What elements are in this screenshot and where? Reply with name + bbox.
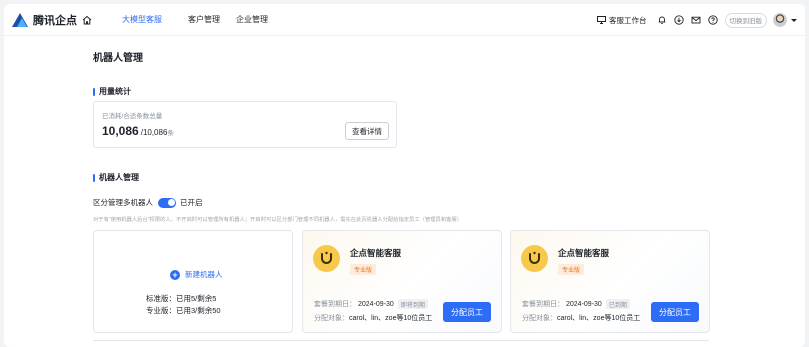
- multi-robot-state: 已开启: [180, 198, 203, 207]
- multi-robot-toggle[interactable]: [158, 197, 176, 208]
- new-robot-label: 新建机器人: [185, 270, 223, 279]
- logo-icon: [12, 13, 28, 27]
- usage-unit: 条: [167, 130, 174, 137]
- view-detail-button[interactable]: 查看详情: [345, 122, 389, 140]
- multi-robot-description: 对于有“使用机器人后台”权限的人，不开启时可以管理所有机器人；开启时可以区分部门…: [93, 217, 463, 223]
- tab-llm-service[interactable]: 大模型客服: [122, 14, 162, 25]
- usage-value: 10,086 / 10,086 条: [102, 124, 174, 138]
- expire-status-badge: 即将到期: [397, 299, 428, 309]
- mail-icon[interactable]: [691, 15, 701, 25]
- expire-label: 套餐到期日：: [314, 301, 356, 308]
- usage-section-title: 用量统计: [93, 86, 131, 97]
- help-icon[interactable]: [707, 15, 718, 25]
- more-cards-edge: [93, 340, 709, 347]
- robots-section-label: 机器人管理: [99, 173, 139, 182]
- top-nav: 腾讯企点 大模型客服 客户管理 企业管理 客服工作台 切换到旧版: [4, 4, 805, 36]
- expire-date: 2024-09-30: [358, 300, 394, 308]
- assign-staff-button[interactable]: 分配员工: [651, 302, 699, 322]
- toolbar-right: 客服工作台 切换到旧版: [597, 11, 797, 29]
- tab-enterprise[interactable]: 企业管理: [236, 14, 268, 25]
- usage-label: 已消耗/合适条数总量: [102, 113, 163, 120]
- assign-label: 分配对象：: [314, 315, 349, 322]
- app-name: 腾讯企点: [33, 15, 77, 27]
- workspace-link[interactable]: 客服工作台: [597, 15, 647, 26]
- multi-robot-label: 区分管理多机器人: [93, 198, 153, 207]
- monitor-icon: [597, 16, 606, 24]
- expire-label: 套餐到期日：: [522, 301, 564, 308]
- smile-icon: [529, 251, 540, 264]
- download-icon[interactable]: [673, 15, 684, 25]
- robot-assign-row: 分配对象：carol、lin、zoe等10位员工: [314, 313, 432, 323]
- robot-plan-badge: 专业版: [558, 264, 585, 275]
- usage-card: 已消耗/合适条数总量 10,086 / 10,086 条 查看详情: [93, 101, 397, 148]
- assign-staff-button[interactable]: 分配员工: [443, 302, 491, 322]
- new-robot-button[interactable]: + 新建机器人: [170, 269, 223, 280]
- expire-status-badge: 已到期: [605, 299, 630, 309]
- avatar[interactable]: [773, 13, 787, 27]
- new-robot-card[interactable]: + 新建机器人 标准版：已用5/剩余5 专业版：已用3/剩余50: [93, 230, 293, 333]
- page-title: 机器人管理: [93, 53, 143, 64]
- multi-robot-row: 区分管理多机器人 已开启: [93, 197, 203, 208]
- tab-customer[interactable]: 客户管理: [188, 14, 220, 25]
- robot-plan-badge: 专业版: [350, 264, 377, 275]
- expire-date: 2024-09-30: [566, 300, 602, 308]
- robot-expire-row: 套餐到期日： 2024-09-30 已到期: [522, 299, 630, 309]
- home-icon[interactable]: [82, 15, 92, 25]
- workspace-label: 客服工作台: [609, 15, 647, 25]
- bell-icon[interactable]: [657, 15, 667, 25]
- usage-total: 10,086: [142, 128, 168, 137]
- plus-icon: +: [170, 269, 180, 280]
- switch-old-version-button[interactable]: 切换到旧版: [724, 12, 767, 28]
- assign-to: carol、lin、zoe等10位员工: [557, 315, 641, 322]
- robot-avatar: [313, 245, 340, 272]
- usage-section-label: 用量统计: [99, 87, 131, 96]
- assign-label: 分配对象：: [522, 315, 557, 322]
- robot-avatar: [521, 245, 548, 272]
- logo[interactable]: 腾讯企点: [12, 12, 92, 28]
- robot-card[interactable]: 企点智能客服 专业版 套餐到期日： 2024-09-30 即将到期 分配对象：c…: [302, 230, 502, 333]
- quota-pro: 专业版：已用3/剩余50: [146, 306, 221, 315]
- app-frame: 腾讯企点 大模型客服 客户管理 企业管理 客服工作台 切换到旧版 机器人管理 用…: [4, 4, 805, 347]
- section-bar: [93, 173, 95, 182]
- smile-icon: [321, 251, 332, 264]
- robot-name: 企点智能客服: [558, 248, 610, 258]
- quota-standard: 标准版：已用5/剩余5: [146, 294, 217, 303]
- robot-card[interactable]: 企点智能客服 专业版 套餐到期日： 2024-09-30 已到期 分配对象：ca…: [510, 230, 710, 333]
- usage-used: 10,086: [102, 124, 139, 138]
- chevron-down-icon[interactable]: [791, 18, 797, 22]
- robots-section-title: 机器人管理: [93, 172, 139, 183]
- assign-to: carol、lin、zoe等10位员工: [349, 315, 433, 322]
- robot-assign-row: 分配对象：carol、lin、zoe等10位员工: [522, 313, 640, 323]
- robot-expire-row: 套餐到期日： 2024-09-30 即将到期: [314, 299, 428, 309]
- robot-name: 企点智能客服: [350, 248, 402, 258]
- section-bar: [93, 87, 95, 96]
